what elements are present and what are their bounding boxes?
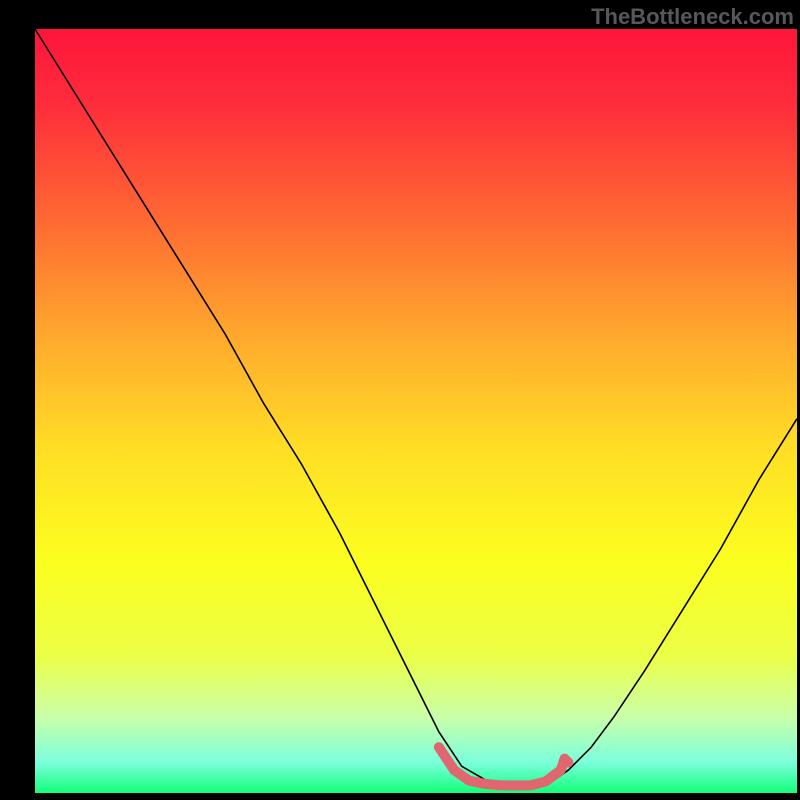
watermark-text: TheBottleneck.com: [591, 4, 794, 30]
chart-container: TheBottleneck.com: [0, 0, 800, 800]
chart-plot: [0, 0, 800, 800]
plot-background: [35, 29, 797, 793]
